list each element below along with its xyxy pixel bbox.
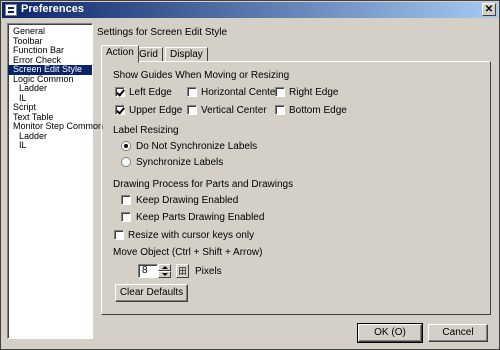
upper-edge-checkbox[interactable] bbox=[115, 105, 125, 115]
keep-drawing-checkbox[interactable] bbox=[121, 195, 131, 205]
move-object-input[interactable]: 8 bbox=[138, 264, 158, 278]
section-title: Settings for Screen Edit Style bbox=[97, 27, 228, 38]
right-edge-label: Right Edge bbox=[289, 87, 339, 98]
category-tree: General Toolbar Function Bar Error Check Scr… bbox=[7, 23, 103, 339]
left-edge-checkbox[interactable] bbox=[115, 87, 125, 97]
keypad-icon[interactable] bbox=[176, 264, 189, 278]
ok-button[interactable]: OK (O) bbox=[357, 323, 423, 343]
resize-cursor-keys-checkbox[interactable] bbox=[114, 230, 124, 240]
title-bar: Preferences ✕ bbox=[2, 2, 498, 18]
bottom-edge-checkbox[interactable] bbox=[275, 105, 285, 115]
horizontal-center-checkbox[interactable] bbox=[187, 87, 197, 97]
move-object-stepper bbox=[158, 264, 171, 278]
sync-labels-label: Synchronize Labels bbox=[136, 157, 224, 168]
app-icon bbox=[5, 4, 17, 16]
keep-drawing-label: Keep Drawing Enabled bbox=[136, 195, 239, 206]
close-button[interactable]: ✕ bbox=[482, 3, 496, 16]
right-edge-checkbox[interactable] bbox=[275, 87, 285, 97]
vertical-center-label: Vertical Center bbox=[201, 105, 267, 116]
move-object-label: Move Object (Ctrl + Shift + Arrow) bbox=[113, 247, 263, 258]
cancel-button[interactable]: Cancel bbox=[428, 324, 488, 342]
pixels-unit-label: Pixels bbox=[195, 266, 222, 277]
guides-group-label: Show Guides When Moving or Resizing bbox=[113, 70, 290, 81]
bottom-edge-label: Bottom Edge bbox=[289, 105, 347, 116]
tab-action[interactable]: Action bbox=[101, 45, 139, 63]
drawing-process-group-label: Drawing Process for Parts and Drawings bbox=[113, 179, 294, 190]
tab-display[interactable]: Display bbox=[165, 47, 208, 62]
resize-cursor-keys-label: Resize with cursor keys only bbox=[128, 230, 255, 241]
window-title: Preferences bbox=[21, 3, 84, 15]
spin-up-button[interactable] bbox=[158, 264, 171, 271]
label-resizing-group-label: Label Resizing bbox=[113, 125, 179, 136]
sync-labels-radio[interactable] bbox=[121, 157, 131, 167]
do-not-sync-labels-label: Do Not Synchronize Labels bbox=[136, 141, 258, 152]
tree-item[interactable]: IL bbox=[8, 140, 92, 151]
vertical-center-checkbox[interactable] bbox=[187, 105, 197, 115]
clear-defaults-button[interactable]: Clear Defaults bbox=[115, 284, 188, 302]
keep-parts-drawing-checkbox[interactable] bbox=[121, 212, 131, 222]
spin-down-button[interactable] bbox=[158, 271, 171, 278]
do-not-sync-labels-radio[interactable] bbox=[121, 141, 131, 151]
horizontal-center-label: Horizontal Center bbox=[201, 87, 279, 98]
left-edge-label: Left Edge bbox=[129, 87, 172, 98]
preferences-window: Preferences ✕ General Toolbar Function Bar… bbox=[0, 0, 500, 350]
keep-parts-drawing-label: Keep Parts Drawing Enabled bbox=[136, 212, 265, 223]
upper-edge-label: Upper Edge bbox=[129, 105, 183, 116]
